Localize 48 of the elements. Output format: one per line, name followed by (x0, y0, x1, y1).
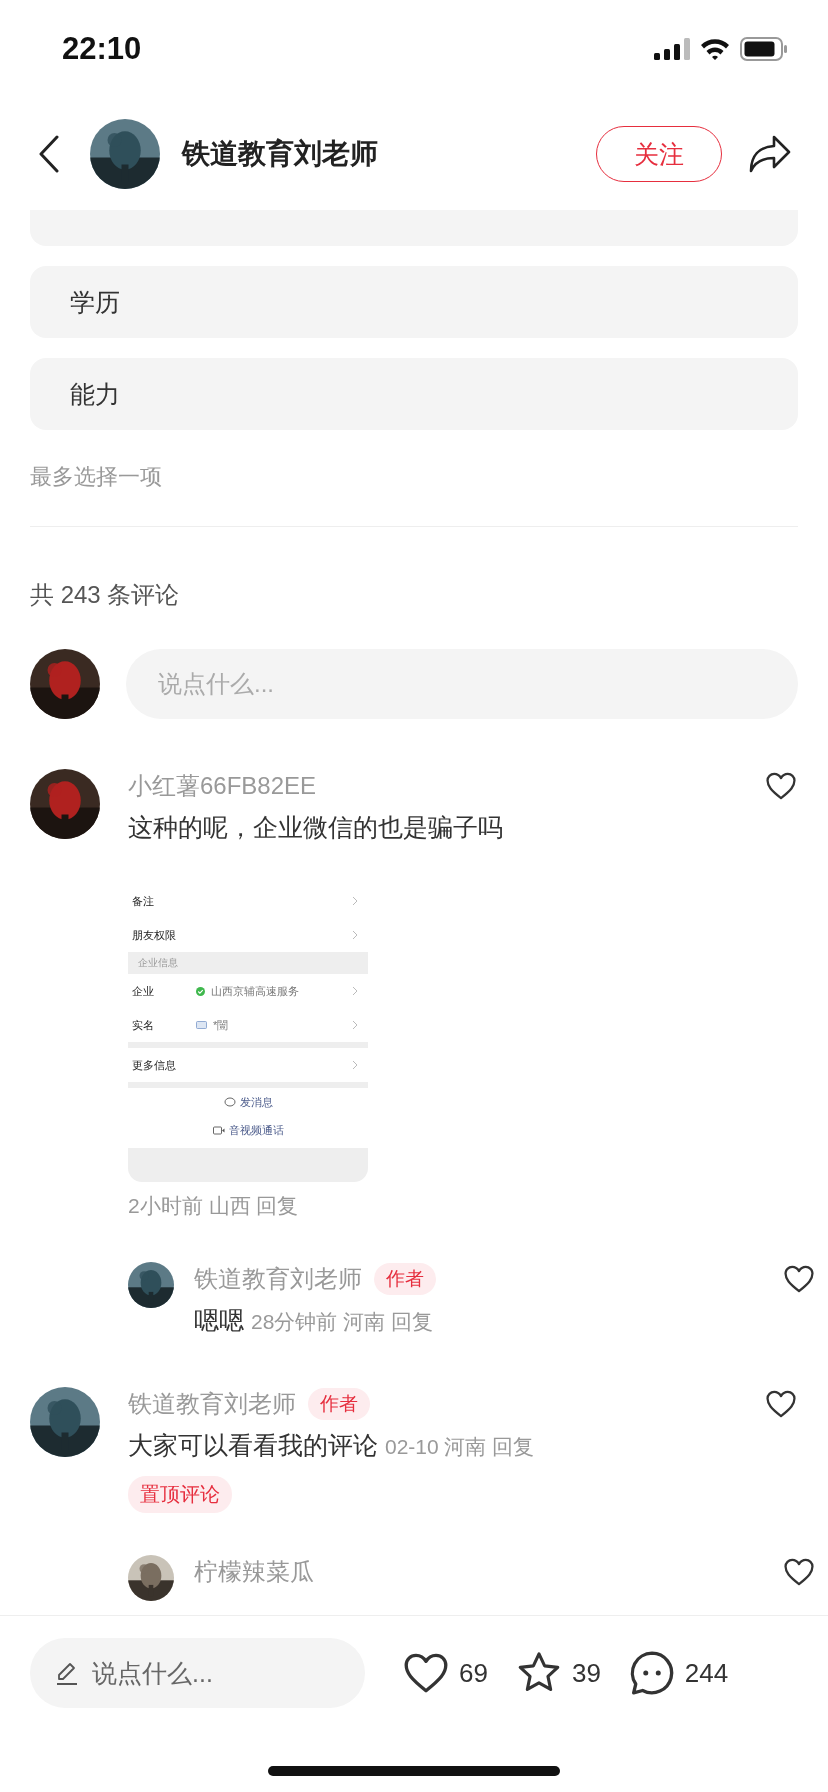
like-count: 69 (459, 1657, 488, 1689)
comment-input[interactable]: 说点什么... (30, 1638, 365, 1708)
row-value: 山西京辅高速服务 (211, 983, 300, 999)
action-label: 音视频通话 (228, 1122, 284, 1138)
signal-icon (654, 38, 690, 60)
wifi-icon (700, 38, 730, 60)
comment-meta: 2小时前 山西 回复 (128, 1193, 300, 1219)
chevron-icon (352, 896, 358, 906)
author-badge: 作者 (308, 1388, 370, 1420)
status-time: 22:10 (62, 31, 142, 67)
comment-text: 大家可以看看我的评论 (128, 1431, 378, 1459)
comment-meta: 02-10 河南 回复 (384, 1435, 535, 1458)
comment-text: 嗯嗯 (194, 1306, 244, 1334)
comment-count: 共 243 条评论 (30, 580, 181, 610)
comment-text: 这种的呢，企业微信的也是骗子吗 (128, 812, 504, 843)
chevron-icon (352, 1060, 358, 1070)
poll-option[interactable]: 学历 (30, 266, 798, 338)
row-value: *闓 (213, 1017, 230, 1033)
share-icon[interactable] (748, 134, 792, 174)
poll-hint: 最多选择一项 (30, 463, 163, 491)
pencil-icon (54, 1660, 80, 1686)
chat-icon (223, 1097, 236, 1107)
author-badge: 作者 (374, 1263, 436, 1295)
follow-button[interactable]: 关注 (596, 126, 722, 182)
row-label: 朋友权限 (132, 927, 177, 943)
row-label: 备注 (132, 893, 155, 909)
row-label: 企业 (132, 983, 155, 999)
favorite-count: 39 (571, 1657, 601, 1689)
poll-option[interactable]: 能力 (30, 358, 798, 430)
chevron-icon (352, 986, 358, 996)
chevron-icon (352, 1020, 358, 1030)
video-icon (212, 1125, 225, 1135)
chevron-icon (352, 930, 358, 940)
back-icon[interactable] (38, 135, 60, 173)
battery-icon (740, 37, 788, 61)
comment-input[interactable]: 说点什么... (126, 649, 798, 719)
author-name[interactable]: 铁道教育刘老师 (182, 135, 596, 173)
action-label: 发消息 (239, 1094, 273, 1110)
section-label: 企业信息 (128, 952, 368, 974)
commenter-name[interactable]: 铁道教育刘老师 (128, 1388, 296, 1420)
row-label: 实名 (132, 1017, 155, 1033)
comment-meta: 28分钟前 河南 回复 (250, 1310, 433, 1333)
comment-total: 244 (684, 1657, 729, 1689)
commenter-name[interactable]: 柠檬辣菜瓜 (194, 1556, 314, 1588)
commenter-name[interactable]: 铁道教育刘老师 (194, 1263, 362, 1295)
pinned-badge: 置顶评论 (128, 1476, 232, 1513)
row-label: 更多信息 (132, 1057, 177, 1073)
commenter-name[interactable]: 小红薯66FB82EE (128, 770, 317, 802)
